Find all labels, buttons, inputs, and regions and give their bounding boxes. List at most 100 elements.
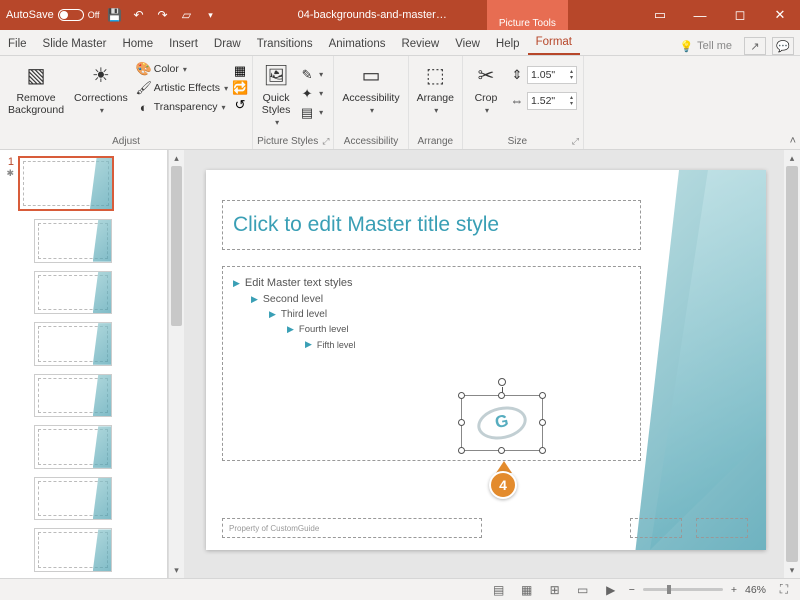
effects-icon: ✦	[299, 86, 315, 102]
thumbnail-scrollbar[interactable]: ▴ ▾	[168, 150, 184, 578]
layout-thumbnail[interactable]	[34, 374, 112, 418]
scroll-down-icon[interactable]: ▾	[784, 562, 800, 578]
autosave-toggle[interactable]: AutoSave Off	[6, 9, 100, 21]
scroll-up-icon[interactable]: ▴	[784, 150, 800, 166]
size-launcher-icon[interactable]: ⤢	[572, 136, 579, 147]
artistic-icon: 🖌	[136, 80, 152, 96]
layout-thumbnail[interactable]	[34, 219, 112, 263]
tab-animations[interactable]: Animations	[321, 33, 394, 55]
layout-thumbnail[interactable]	[34, 528, 112, 572]
resize-handle[interactable]	[498, 447, 505, 454]
tab-draw[interactable]: Draw	[206, 33, 249, 55]
color-button[interactable]: 🎨Color▾	[134, 60, 230, 78]
save-icon[interactable]: 💾	[106, 6, 124, 24]
share-icon[interactable]: ↗	[744, 37, 766, 55]
ribbon-group-arrange: ⬚ Arrange▾ Arrange	[409, 56, 463, 149]
layout-thumbnail[interactable]	[34, 425, 112, 469]
reset-picture-icon[interactable]: ↺	[232, 97, 248, 113]
workspace: 1 ✱ ▴ ▾ Click to edit Master title style	[0, 150, 800, 578]
date-placeholder[interactable]	[630, 518, 682, 538]
slide-master-thumbnail[interactable]	[18, 156, 114, 211]
redo-icon[interactable]: ↷	[154, 6, 172, 24]
layout-thumbnail[interactable]	[34, 322, 112, 366]
alt-text-button[interactable]: ▭ Accessibility▾	[338, 58, 403, 117]
notes-button-icon[interactable]: ▤	[489, 582, 509, 598]
zoom-in-icon[interactable]: +	[731, 584, 737, 596]
tab-view[interactable]: View	[447, 33, 488, 55]
picture-effects-button[interactable]: ✦▾	[297, 85, 325, 103]
picture-border-button[interactable]: ✎▾	[297, 66, 325, 84]
ribbon-group-size: ✂ Crop▾ ⇕1.05"▴▾ ⇔1.52"▴▾ Size⤢	[463, 56, 584, 149]
reading-view-icon[interactable]: ▭	[573, 582, 593, 598]
tab-format[interactable]: Format	[528, 31, 580, 55]
resize-handle[interactable]	[539, 419, 546, 426]
zoom-percent[interactable]: 46%	[745, 584, 766, 596]
tab-review[interactable]: Review	[393, 33, 447, 55]
layout-thumbnail[interactable]	[34, 271, 112, 315]
scroll-up-icon[interactable]: ▴	[169, 150, 184, 166]
thumbnail-pane: 1 ✱	[0, 150, 168, 578]
zoom-slider[interactable]	[643, 588, 723, 591]
tab-file[interactable]: File	[0, 33, 35, 55]
picture-styles-launcher-icon[interactable]: ⤢	[322, 136, 329, 147]
quick-styles-icon: 🖼	[261, 60, 291, 90]
remove-background-button[interactable]: ▧ Remove Background	[4, 58, 68, 118]
selected-picture[interactable]	[461, 395, 543, 451]
slideshow-view-icon[interactable]: ▶	[601, 582, 621, 598]
height-icon: ⇕	[509, 67, 525, 83]
undo-icon[interactable]: ↶	[130, 6, 148, 24]
rotate-handle-icon[interactable]	[498, 378, 506, 386]
collapse-ribbon-icon[interactable]: ˄	[790, 135, 796, 147]
comments-icon[interactable]: 💬	[772, 37, 794, 55]
step-callout: 4	[489, 461, 519, 503]
tab-transitions[interactable]: Transitions	[249, 33, 321, 55]
height-input[interactable]: ⇕1.05"▴▾	[507, 65, 579, 85]
restore-icon[interactable]: ◻	[720, 0, 760, 30]
resize-handle[interactable]	[458, 447, 465, 454]
zoom-out-icon[interactable]: −	[629, 584, 635, 596]
content-placeholder[interactable]: ▶Edit Master text styles ▶Second level ▶…	[222, 266, 641, 461]
slide-number-placeholder[interactable]	[696, 518, 748, 538]
artistic-effects-button[interactable]: 🖌Artistic Effects▾	[134, 79, 230, 97]
corrections-button[interactable]: ☀ Corrections▾	[70, 58, 132, 118]
lightbulb-icon: 💡	[679, 40, 693, 53]
close-icon[interactable]: ✕	[760, 0, 800, 30]
layout-thumbnail[interactable]	[34, 477, 112, 521]
picture-layout-button[interactable]: ▤▾	[297, 104, 325, 122]
crop-icon: ✂	[471, 60, 501, 90]
resize-handle[interactable]	[498, 392, 505, 399]
arrange-button[interactable]: ⬚ Arrange▾	[413, 58, 458, 117]
crop-button[interactable]: ✂ Crop▾	[467, 58, 505, 117]
quick-styles-button[interactable]: 🖼 Quick Styles▾	[257, 58, 295, 129]
transparency-button[interactable]: ◐Transparency▾	[134, 98, 230, 116]
autosave-label: AutoSave	[6, 9, 54, 21]
tab-help[interactable]: Help	[488, 33, 528, 55]
normal-view-icon[interactable]: ▦	[517, 582, 537, 598]
resize-handle[interactable]	[458, 392, 465, 399]
resize-handle[interactable]	[539, 392, 546, 399]
resize-handle[interactable]	[539, 447, 546, 454]
color-icon: 🎨	[136, 61, 152, 77]
width-input[interactable]: ⇔1.52"▴▾	[507, 91, 579, 111]
resize-handle[interactable]	[458, 419, 465, 426]
title-placeholder[interactable]: Click to edit Master title style	[222, 200, 641, 250]
minimize-icon[interactable]: —	[680, 0, 720, 30]
ribbon-group-adjust: ▧ Remove Background ☀ Corrections▾ 🎨Colo…	[0, 56, 253, 149]
tab-insert[interactable]: Insert	[161, 33, 206, 55]
tab-slide-master[interactable]: Slide Master	[35, 33, 115, 55]
ribbon-group-accessibility: ▭ Accessibility▾ Accessibility	[334, 56, 408, 149]
ribbon-options-icon[interactable]: ▭	[640, 0, 680, 30]
canvas-scrollbar[interactable]: ▴ ▾	[784, 150, 800, 578]
sorter-view-icon[interactable]: ⊞	[545, 582, 565, 598]
compress-pictures-icon[interactable]: ▦	[232, 63, 248, 79]
scroll-down-icon[interactable]: ▾	[169, 562, 184, 578]
qat-dropdown-icon[interactable]: ▾	[202, 6, 220, 24]
footer-placeholder[interactable]: Property of CustomGuide	[222, 518, 482, 538]
tab-home[interactable]: Home	[114, 33, 161, 55]
fit-to-window-icon[interactable]: ⛶	[774, 582, 794, 598]
change-picture-icon[interactable]: 🔁	[232, 80, 248, 96]
picture-styles-group-label: Picture Styles	[257, 136, 318, 147]
slide-canvas[interactable]: Click to edit Master title style ▶Edit M…	[184, 150, 800, 578]
start-slideshow-icon[interactable]: ▱	[178, 6, 196, 24]
tell-me-search[interactable]: 💡Tell me	[673, 40, 738, 53]
